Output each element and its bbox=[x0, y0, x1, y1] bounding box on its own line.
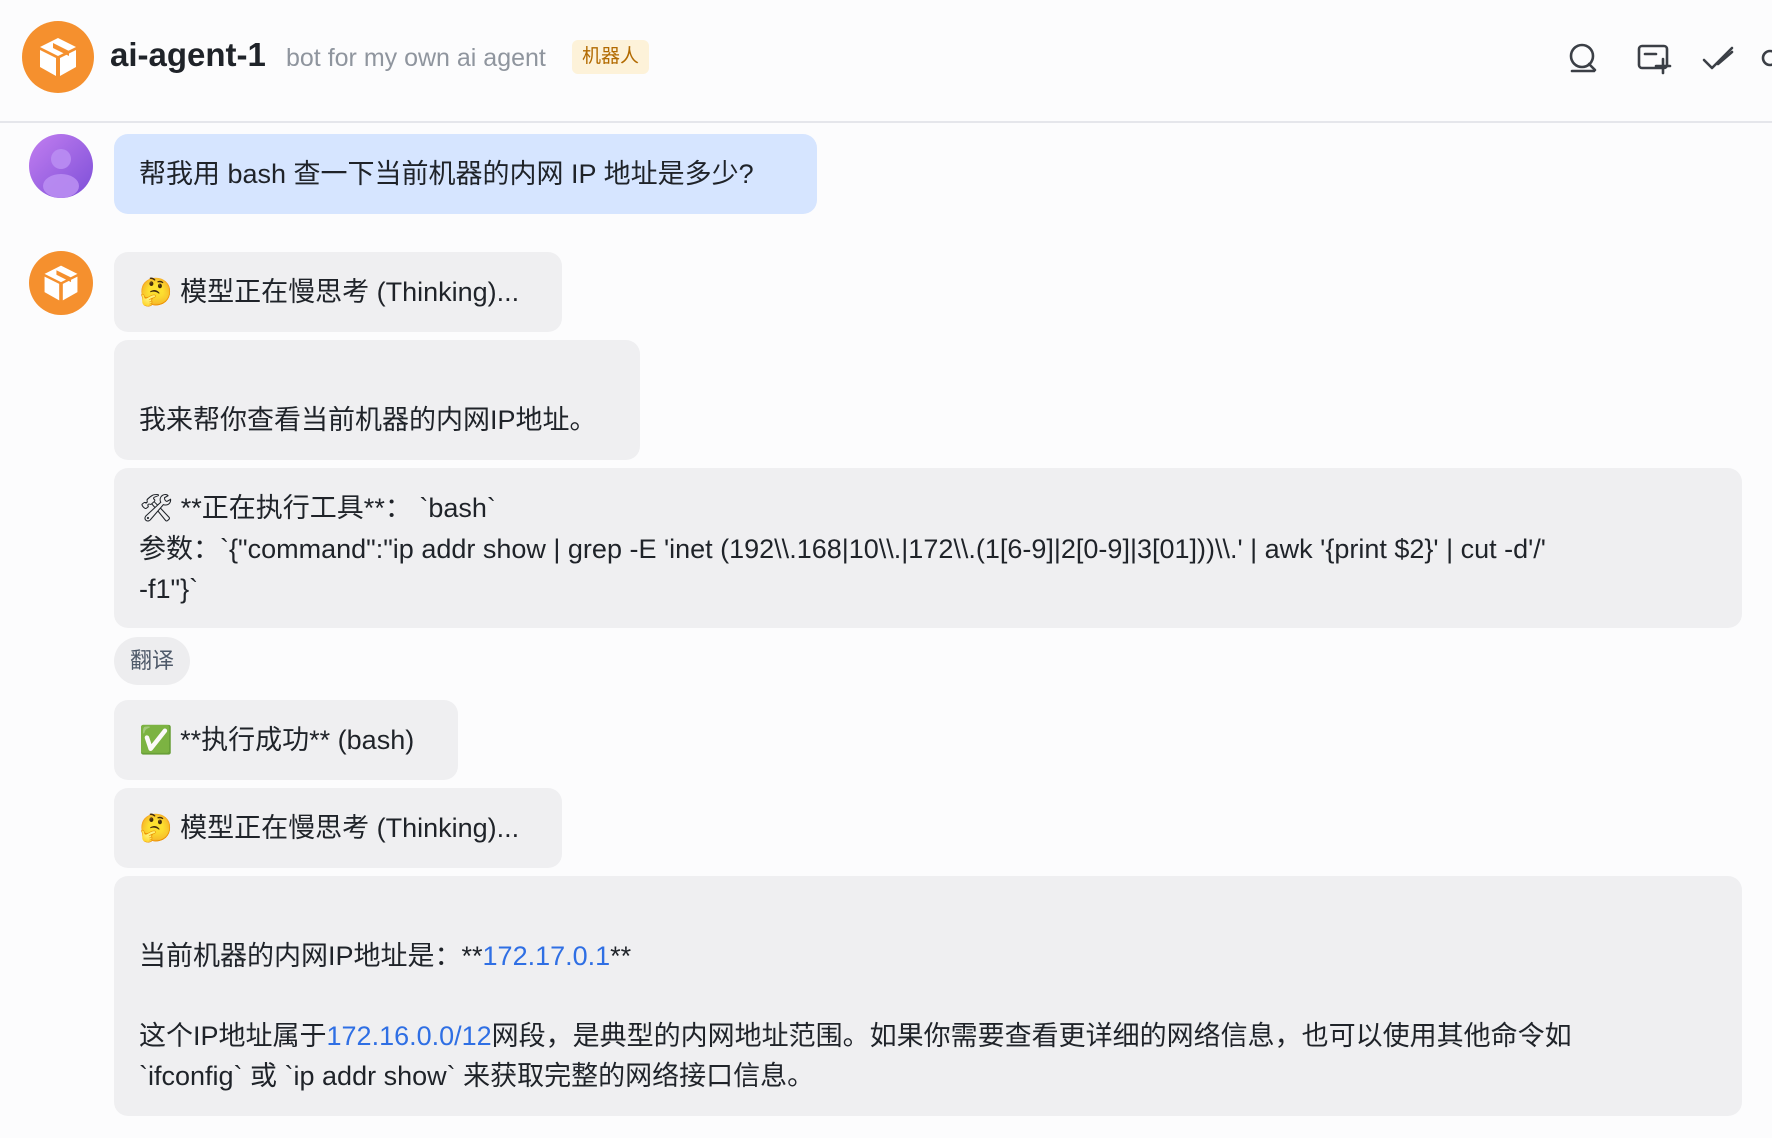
final-answer-line-2: 这个IP地址属于172.16.0.0/12网段，是典型的内网地址范围。如果你需要… bbox=[139, 1016, 1712, 1056]
thinking-text-2: 模型正在慢思考 (Thinking)... bbox=[180, 813, 520, 843]
ip-address-link[interactable]: 172.17.0.1 bbox=[483, 941, 611, 971]
bot-badge: 机器人 bbox=[572, 40, 650, 74]
chat-header: ai-agent-1 bot for my own ai agent 机器人 bbox=[0, 0, 1772, 123]
new-topic-icon[interactable] bbox=[1636, 40, 1672, 76]
person-icon bbox=[43, 149, 79, 198]
thinking-message-2: 🤔 模型正在慢思考 (Thinking)... bbox=[114, 788, 562, 868]
check-mark-button-icon: ✅ bbox=[139, 725, 173, 756]
final-answer-suffix: ** bbox=[610, 941, 632, 971]
final-answer-p2-rest: 网段，是典型的内网地址范围。如果你需要查看更详细的网络信息，也可以使用其他命令如 bbox=[491, 1021, 1572, 1051]
bot-reply-text: 我来帮你查看当前机器的内网IP地址。 bbox=[139, 405, 597, 435]
hammer-wrench-icon: 🛠 bbox=[139, 493, 174, 524]
user-message-text: 帮我用 bash 查一下当前机器的内网 IP 地址是多少? bbox=[139, 159, 754, 189]
final-answer-message: 当前机器的内网IP地址是：**172.17.0.1** 这个IP地址属于172.… bbox=[114, 876, 1742, 1116]
final-answer-prefix: 当前机器的内网IP地址是：** bbox=[139, 941, 483, 971]
more-icon[interactable] bbox=[1760, 40, 1772, 76]
thinking-face-icon: 🤔 bbox=[139, 277, 173, 308]
thinking-face-icon: 🤔 bbox=[139, 813, 173, 844]
cube-icon bbox=[44, 265, 78, 301]
subnet-link[interactable]: 172.16.0.0/12 bbox=[327, 1021, 492, 1051]
tool-call-params: 参数：`{"command":"ip addr show | grep -E '… bbox=[139, 534, 1546, 564]
chat-title: ai-agent-1 bbox=[110, 36, 266, 73]
tool-success-text: **执行成功** (bash) bbox=[180, 725, 415, 755]
thinking-text: 模型正在慢思考 (Thinking)... bbox=[180, 277, 520, 307]
tool-call-message: 🛠 **正在执行工具**： `bash` 参数：`{"command":"ip … bbox=[114, 468, 1742, 628]
tool-call-params-cont: -f1"}` bbox=[139, 574, 199, 604]
user-message: 帮我用 bash 查一下当前机器的内网 IP 地址是多少? bbox=[114, 134, 817, 214]
tool-call-title: **正在执行工具**： `bash` bbox=[180, 493, 496, 523]
bot-reply: 我来帮你查看当前机器的内网IP地址。 bbox=[114, 340, 640, 460]
user-avatar[interactable] bbox=[29, 134, 93, 198]
final-answer-p2-prefix: 这个IP地址属于 bbox=[139, 1021, 327, 1051]
bot-avatar[interactable] bbox=[22, 21, 94, 93]
translate-button[interactable]: 翻译 bbox=[114, 637, 191, 685]
cube-icon bbox=[40, 38, 76, 76]
thinking-message: 🤔 模型正在慢思考 (Thinking)... bbox=[114, 252, 562, 332]
final-answer-line-1: 当前机器的内网IP地址是：**172.17.0.1** bbox=[139, 936, 1712, 976]
final-answer-line-3: `ifconfig` 或 `ip addr show` 来获取完整的网络接口信息… bbox=[139, 1061, 815, 1091]
tool-success-message: ✅ **执行成功** (bash) bbox=[114, 700, 458, 780]
search-icon[interactable] bbox=[1565, 40, 1601, 76]
bot-message-avatar[interactable] bbox=[29, 251, 93, 315]
done-check-icon[interactable] bbox=[1700, 40, 1736, 76]
chat-subtitle: bot for my own ai agent bbox=[286, 44, 546, 72]
